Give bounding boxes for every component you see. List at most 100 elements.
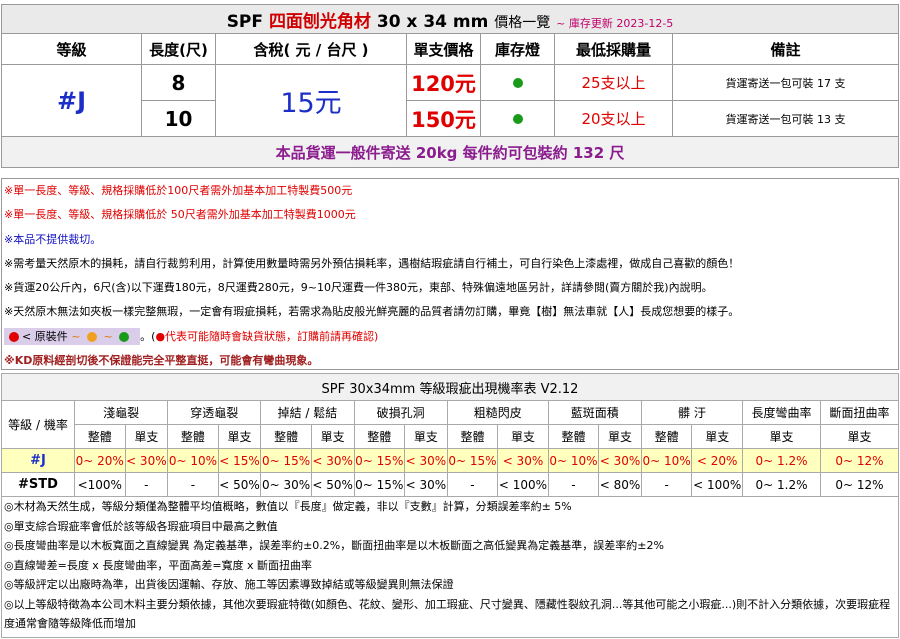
defect-cell: < 30% <box>310 448 355 473</box>
note-line: ※單一長度、等級、規格採購低於 50尺者需外加基本加工特製費1000元 <box>4 208 356 222</box>
footnote-line: ◎木材為天然生成，等級分類僅為整體平均值概略，數值以『長度』做定義，非以『支數』… <box>4 500 572 513</box>
stock-legend: < 原裝件 ~ ~ 。(●代表可能隨時會缺貨狀態，訂購前請再確認) <box>2 325 898 349</box>
defect-group-header: 掉結 / 鬆結 <box>260 400 355 425</box>
note-line: ※單一長度、等級、規格採購低於100尺者需外加基本加工特製費500元 <box>4 184 353 197</box>
table-row: #J 0~ 20% < 30% 0~ 10% < 15% 0~ 15% < 30… <box>1 448 899 473</box>
length-value: 8 <box>141 64 216 101</box>
notes-panel: ※單一長度、等級、規格採購低於100尺者需外加基本加工特製費500元 ※單一長度… <box>1 178 899 370</box>
defect-cell: 0~ 15% <box>353 472 406 497</box>
defect-cell: - <box>167 472 219 497</box>
defect-cell: <100% <box>74 472 126 497</box>
defect-cell: 0~ 20% <box>74 448 126 473</box>
col-unit-price: 單支價格 <box>406 33 481 65</box>
col-length: 長度(尺) <box>141 33 216 65</box>
grade-value: #J <box>1 64 142 137</box>
defect-cell: < 50% <box>217 472 262 497</box>
green-dot-icon <box>119 332 130 343</box>
defect-cell: - <box>446 472 499 497</box>
footnote-line: ◎長度彎曲率是以木板寬面之直線變異 為定義基準，誤差率約±0.2%，斷面扭曲率是… <box>4 539 664 552</box>
note-line: ※天然原木無法如夾板一樣完整無瑕，一定會有瑕疵損耗，若需求為貼皮般光鮮亮麗的品質… <box>4 305 740 319</box>
sub-header-single: 單支 <box>820 424 899 449</box>
legend-sep: ~ <box>71 330 81 344</box>
defect-cell: 0~ 10% <box>167 448 219 473</box>
sub-header-single: 單支 <box>404 424 448 449</box>
defect-group-header: 髒 汙 <box>640 400 744 425</box>
stock-dot-icon <box>512 114 523 124</box>
price-table: SPF 四面刨光角材 30 x 34 mm 價格一覽 ~ 庫存更新 2023-1… <box>1 4 899 168</box>
sub-header-whole: 整體 <box>74 424 126 449</box>
defect-cell: < 50% <box>310 472 355 497</box>
stock-updated: ~ 庫存更新 2023-12-5 <box>556 16 674 30</box>
stock-indicator <box>480 64 555 101</box>
defect-group-header: 長度彎曲率 <box>742 400 821 425</box>
shipping-note: 本品貨運一般件寄送 20kg 每件約可包裝約 132 尺 <box>1 136 899 168</box>
defect-cell: < 100% <box>497 472 549 497</box>
sub-header-single: 單支 <box>217 424 262 449</box>
brand-label: SPF <box>226 11 264 32</box>
defect-group-header: 粗糙閃皮 <box>446 400 549 425</box>
defect-cell: 0~ 30% <box>260 472 312 497</box>
defect-cell: 0~ 15% <box>446 448 499 473</box>
sub-header-single: 單支 <box>124 424 169 449</box>
legend-warning: ●代表可能隨時會缺貨狀態，訂購前請再確認) <box>155 329 379 343</box>
defect-cell: 0~ 12% <box>820 448 899 473</box>
min-buy-value: 20支以上 <box>554 100 673 137</box>
product-name: 四面刨光角材 <box>268 11 371 32</box>
price-per-foot-value: 15元 <box>215 64 407 137</box>
defect-cell: 0~ 10% <box>547 448 600 473</box>
title-suffix: 價格一覽 <box>494 14 551 31</box>
sub-header-single: 單支 <box>598 424 642 449</box>
red-dot-icon <box>9 332 19 343</box>
sub-header-single: 單支 <box>742 424 821 449</box>
defect-cell: - <box>547 472 600 497</box>
defect-table-title: SPF 30x34mm 等級瑕疵出現機率表 V2.12 <box>1 373 899 401</box>
note-value: 貨運寄送一包可裝 17 支 <box>672 64 899 101</box>
defect-corner-header: 等級 / 機率 <box>1 400 75 449</box>
defect-cell: < 100% <box>691 472 743 497</box>
defect-group-header: 淺龜裂 <box>73 400 169 425</box>
defect-cell: < 15% <box>217 448 262 473</box>
product-size: 30 x 34 mm <box>376 11 489 32</box>
legend-label: < 原裝件 <box>22 330 68 344</box>
footnote-line: ◎直線彎差=長度 x 長度彎曲率，平面高差=寬度 x 斷面扭曲率 <box>4 558 313 572</box>
page-title: SPF 四面刨光角材 30 x 34 mm 價格一覽 ~ 庫存更新 2023-1… <box>1 4 899 34</box>
defect-cell: - <box>640 472 693 497</box>
sub-header-whole: 整體 <box>167 424 219 449</box>
col-price-per-foot: 含稅( 元 / 台尺 ) <box>215 33 407 65</box>
defect-cell: 0~ 15% <box>260 448 312 473</box>
unit-price-value: 150元 <box>406 100 481 137</box>
defect-cell: < 30% <box>124 448 169 473</box>
col-note: 備註 <box>672 33 899 65</box>
sub-header-single: 單支 <box>310 424 355 449</box>
defect-cell: < 30% <box>598 448 642 473</box>
sub-header-single: 單支 <box>691 424 743 449</box>
defect-cell: 0~ 1.2% <box>742 448 821 473</box>
defect-grade: #STD <box>1 472 75 497</box>
col-min-buy: 最低採購量 <box>554 33 673 65</box>
defect-cell: < 30% <box>404 472 448 497</box>
legend-tail: 。( <box>140 329 156 343</box>
footnote-line: ◎以上等級特徵為本公司木料主要分類依據，其他次要瑕疵特徵(如顏色、花紋、變形、加… <box>4 597 891 631</box>
min-buy-value: 25支以上 <box>554 64 673 101</box>
price-sheet: SPF 四面刨光角材 30 x 34 mm 價格一覽 ~ 庫存更新 2023-1… <box>0 0 900 639</box>
defect-cell: 0~ 10% <box>640 448 693 473</box>
defect-group-header: 斷面扭曲率 <box>820 400 899 425</box>
stock-dot-icon <box>512 78 523 88</box>
sub-header-whole: 整體 <box>640 424 693 449</box>
sub-header-whole: 整體 <box>446 424 499 449</box>
orange-dot-icon <box>86 332 97 343</box>
col-stock: 庫存燈 <box>480 33 555 65</box>
defect-cell: 0~ 15% <box>353 448 406 473</box>
footnote-line: ◎等級評定以出廠時為準，出貨後因運輸、存放、施工等因素導致掉結或等級變異則無法保… <box>4 578 454 591</box>
defect-cell: < 80% <box>598 472 642 497</box>
note-line: ※貨運20公斤內，6尺(含)以下運費180元，8尺運費280元，9~10尺運費一… <box>4 281 713 295</box>
sub-header-whole: 整體 <box>547 424 600 449</box>
legend-sep: ~ <box>103 330 113 344</box>
table-row: #STD <100% - - < 50% 0~ 30% < 50% 0~ 15%… <box>1 472 899 497</box>
defect-group-header: 藍斑面積 <box>547 400 642 425</box>
defect-table: SPF 30x34mm 等級瑕疵出現機率表 V2.12 等級 / 機率 淺龜裂 … <box>1 373 899 497</box>
defect-cell: 0~ 12% <box>820 472 899 497</box>
defect-cell: < 30% <box>404 448 448 473</box>
defect-grade: #J <box>1 448 75 473</box>
footnotes-panel: ◎木材為天然生成，等級分類僅為整體平均值概略，數值以『長度』做定義，非以『支數』… <box>1 496 899 638</box>
